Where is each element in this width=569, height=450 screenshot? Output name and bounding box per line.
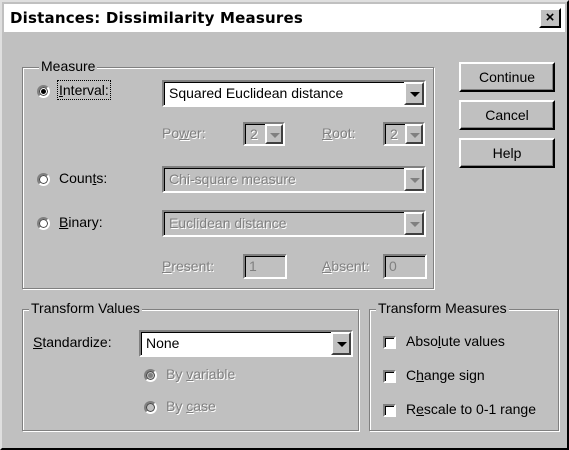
dissimilarity-measures-dialog: Distances: Dissimilarity Measures × Meas… [0, 0, 569, 450]
absent-field[interactable]: 0 [383, 254, 427, 279]
chevron-down-icon[interactable] [331, 332, 351, 355]
transform-values-group: Transform Values Standardize: None By va… [22, 300, 359, 431]
counts-label[interactable]: Counts: [59, 170, 107, 186]
absolute-values-label[interactable]: Absolute values [406, 333, 505, 349]
chevron-down-icon[interactable] [404, 212, 424, 235]
close-icon: × [545, 9, 555, 26]
chevron-down-icon[interactable] [405, 124, 423, 144]
binary-radio[interactable] [37, 217, 50, 230]
interval-label[interactable]: Interval: [57, 80, 111, 100]
by-case-radio[interactable] [144, 401, 157, 414]
power-label: Power: [162, 125, 206, 141]
radio-selected-dot [148, 373, 153, 378]
measure-group: Measure Interval: Squared Euclidean dist… [22, 58, 434, 289]
by-variable-label[interactable]: By variable [166, 366, 235, 382]
close-button[interactable]: × [539, 8, 561, 28]
standardize-label: Standardize: [33, 334, 112, 350]
root-value: 2 [390, 126, 398, 142]
present-field[interactable]: 1 [243, 254, 287, 279]
root-label: Root: [322, 125, 356, 141]
interval-measure-value: Squared Euclidean distance [169, 85, 344, 101]
transform-measures-legend: Transform Measures [376, 300, 509, 316]
radio-selected-dot [41, 89, 46, 94]
binary-measure-value: Euclidean distance [169, 215, 287, 231]
dialog-title: Distances: Dissimilarity Measures [10, 9, 303, 27]
chevron-down-icon[interactable] [404, 168, 424, 191]
present-label: Present: [162, 258, 215, 274]
measure-legend: Measure [39, 58, 98, 74]
title-bar: Distances: Dissimilarity Measures × [4, 4, 565, 32]
rescale-label[interactable]: Rescale to 0-1 range [406, 401, 536, 417]
counts-radio[interactable] [37, 173, 50, 186]
chevron-down-icon[interactable] [404, 82, 424, 105]
absent-label: Absent: [322, 258, 370, 274]
by-case-label[interactable]: By case [166, 398, 216, 414]
rescale-checkbox[interactable] [383, 404, 396, 417]
transform-values-legend: Transform Values [29, 300, 142, 316]
absent-value: 0 [389, 258, 397, 274]
root-dropdown[interactable]: 2 [383, 122, 425, 146]
binary-measure-dropdown[interactable]: Euclidean distance [162, 210, 426, 237]
counts-measure-dropdown[interactable]: Chi-square measure [162, 166, 426, 193]
counts-measure-value: Chi-square measure [169, 171, 296, 187]
standardize-dropdown[interactable]: None [139, 330, 353, 357]
present-value: 1 [249, 258, 257, 274]
standardize-value: None [146, 335, 180, 351]
help-button[interactable]: Help [459, 138, 555, 168]
transform-measures-group: Transform Measures Absolute values Chang… [369, 300, 559, 431]
interval-radio[interactable] [37, 85, 50, 98]
by-variable-radio[interactable] [144, 369, 157, 382]
chevron-down-icon[interactable] [265, 124, 283, 144]
change-sign-checkbox[interactable] [383, 370, 396, 383]
binary-label[interactable]: Binary: [59, 214, 103, 230]
power-value: 2 [250, 126, 258, 142]
absolute-values-checkbox[interactable] [383, 336, 396, 349]
change-sign-label[interactable]: Change sign [406, 367, 485, 383]
interval-measure-dropdown[interactable]: Squared Euclidean distance [162, 80, 426, 107]
continue-button[interactable]: Continue [459, 62, 555, 92]
power-dropdown[interactable]: 2 [243, 122, 285, 146]
cancel-button[interactable]: Cancel [459, 100, 555, 130]
